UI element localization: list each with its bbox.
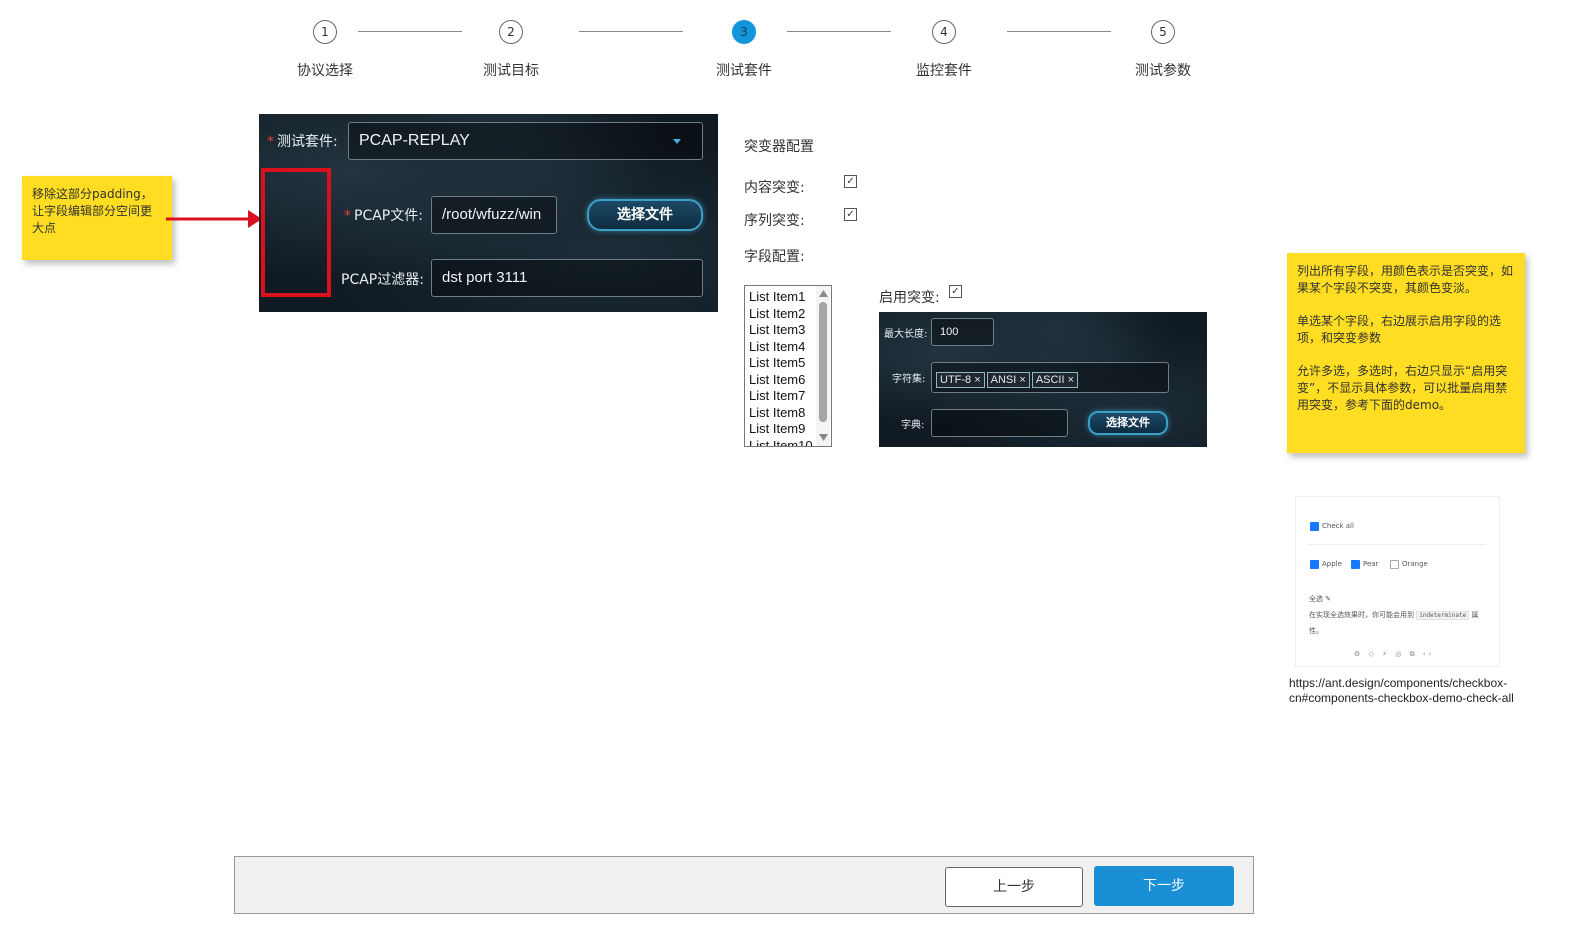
pear-label: Pear xyxy=(1363,560,1379,568)
pear-checkbox[interactable] xyxy=(1351,560,1360,569)
demo-toolbar-icons[interactable]: ⚙ ◇ ⚡ ◎ ⧉ ‹› xyxy=(1354,650,1434,659)
note-paragraph: 单选某个字段，右边展示启用字段的选项，和突变参数 xyxy=(1297,314,1502,345)
suite-select[interactable]: PCAP-REPLAY xyxy=(348,122,703,160)
charset-multiselect[interactable]: UTF-8 × ANSI × ASCII × xyxy=(931,362,1169,393)
sequence-mutation-label: 序列突变: xyxy=(744,213,805,229)
step-3-circle[interactable]: 3 xyxy=(732,20,756,44)
charset-label: 字符集: xyxy=(892,374,926,385)
orange-label: Orange xyxy=(1402,560,1428,568)
apple-checkbox[interactable] xyxy=(1310,560,1319,569)
step-2-circle[interactable]: 2 xyxy=(499,20,523,44)
step-3-label: 测试套件 xyxy=(716,63,772,79)
step-5-circle[interactable]: 5 xyxy=(1151,20,1175,44)
max-length-label: 最大长度: xyxy=(884,329,928,340)
step-2-label: 测试目标 xyxy=(483,63,539,79)
demo-description: 在实现全选效果时，你可能会用到 indeterminate 属 xyxy=(1309,611,1479,620)
checkbox-demo-screenshot: Check all Apple Pear Orange 全选 ✎ 在实现全选效果… xyxy=(1295,496,1500,667)
step-4-circle[interactable]: 4 xyxy=(932,20,956,44)
suite-select-value: PCAP-REPLAY xyxy=(359,132,470,149)
field-listbox[interactable]: List Item1 List Item2 List Item3 List It… xyxy=(744,285,832,447)
pcap-file-input[interactable]: /root/wfuzz/win xyxy=(431,196,557,234)
step-connector xyxy=(579,31,683,32)
choose-dictionary-button[interactable]: 选择文件 xyxy=(1088,411,1168,435)
pcap-file-label: * PCAP文件: xyxy=(344,208,423,224)
prev-step-button[interactable]: 上一步 xyxy=(945,867,1083,907)
orange-checkbox[interactable] xyxy=(1390,560,1399,569)
enable-mutation-label: 启用突变: xyxy=(879,290,940,306)
charset-tag[interactable]: UTF-8 × xyxy=(936,372,985,388)
charset-tag[interactable]: ASCII × xyxy=(1031,372,1079,388)
apple-label: Apple xyxy=(1322,560,1342,568)
edit-icon: ✎ xyxy=(1325,595,1332,603)
wizard-footer: 上一步 下一步 xyxy=(234,856,1254,914)
annotation-note-padding: 移除这部分padding，让字段编辑部分空间更大点 xyxy=(22,176,172,260)
note-paragraph: 允许多选，多选时，右边只显示“启用突变”，不显示具体参数，可以批量启用禁用突变，… xyxy=(1297,364,1508,412)
mutator-config-title: 突变器配置 xyxy=(744,139,814,155)
step-connector xyxy=(358,31,462,32)
dictionary-label: 字典: xyxy=(901,420,925,431)
enable-mutation-checkbox[interactable]: ✓ xyxy=(949,285,962,298)
suite-label: * 测试套件: xyxy=(267,134,338,150)
step-1-circle[interactable]: 1 xyxy=(313,20,337,44)
choose-pcap-file-button[interactable]: 选择文件 xyxy=(587,199,703,231)
scroll-down-icon[interactable] xyxy=(819,434,828,441)
content-mutation-checkbox[interactable]: ✓ xyxy=(844,175,857,188)
scroll-up-icon[interactable] xyxy=(819,290,828,297)
step-1-label: 协议选择 xyxy=(297,63,353,79)
note-paragraph: 列出所有字段，用颜色表示是否突变，如果某个字段不突变，其颜色变淡。 xyxy=(1297,264,1514,295)
divider xyxy=(1308,544,1486,545)
charset-tag[interactable]: ANSI × xyxy=(986,372,1030,388)
check-all-checkbox[interactable] xyxy=(1310,522,1319,531)
annotation-note-text: 移除这部分padding，让字段编辑部分空间更大点 xyxy=(32,187,153,235)
step-4-label: 监控套件 xyxy=(916,63,972,79)
demo-description-cont: 性。 xyxy=(1309,627,1323,635)
demo-link-line: https://ant.design/components/checkbox- xyxy=(1289,676,1508,690)
sequence-mutation-checkbox[interactable]: ✓ xyxy=(844,208,857,221)
content-mutation-label: 内容突变: xyxy=(744,180,805,196)
demo-link[interactable]: https://ant.design/components/checkbox- … xyxy=(1289,676,1514,706)
field-config-label: 字段配置: xyxy=(744,249,805,265)
suite-config-panel: * 测试套件: PCAP-REPLAY * PCAP文件: /root/wfuzz/… xyxy=(259,114,718,312)
listbox-scrollbar[interactable] xyxy=(816,286,830,446)
dictionary-input[interactable] xyxy=(931,409,1068,437)
step-connector xyxy=(787,31,891,32)
demo-link-line: cn#components-checkbox-demo-check-all xyxy=(1289,691,1514,705)
chevron-down-icon[interactable] xyxy=(673,139,681,144)
padding-highlight-box xyxy=(261,168,331,297)
demo-heading: 全选 ✎ xyxy=(1309,595,1332,603)
next-step-button[interactable]: 下一步 xyxy=(1094,866,1234,906)
scrollbar-thumb[interactable] xyxy=(819,302,827,422)
annotation-note-fields: 列出所有字段，用颜色表示是否突变，如果某个字段不突变，其颜色变淡。 单选某个字段… xyxy=(1287,253,1525,453)
pcap-filter-input[interactable]: dst port 3111 xyxy=(431,259,703,297)
step-connector xyxy=(1007,31,1111,32)
step-5-label: 测试参数 xyxy=(1135,63,1191,79)
annotation-arrow-icon xyxy=(166,210,262,228)
max-length-input[interactable]: 100 xyxy=(931,318,994,346)
field-params-panel: 最大长度: 100 字符集: UTF-8 × ANSI × ASCII × 字典: … xyxy=(879,312,1207,447)
pcap-filter-label: PCAP过滤器: xyxy=(341,272,424,288)
check-all-label: Check all xyxy=(1322,522,1354,530)
